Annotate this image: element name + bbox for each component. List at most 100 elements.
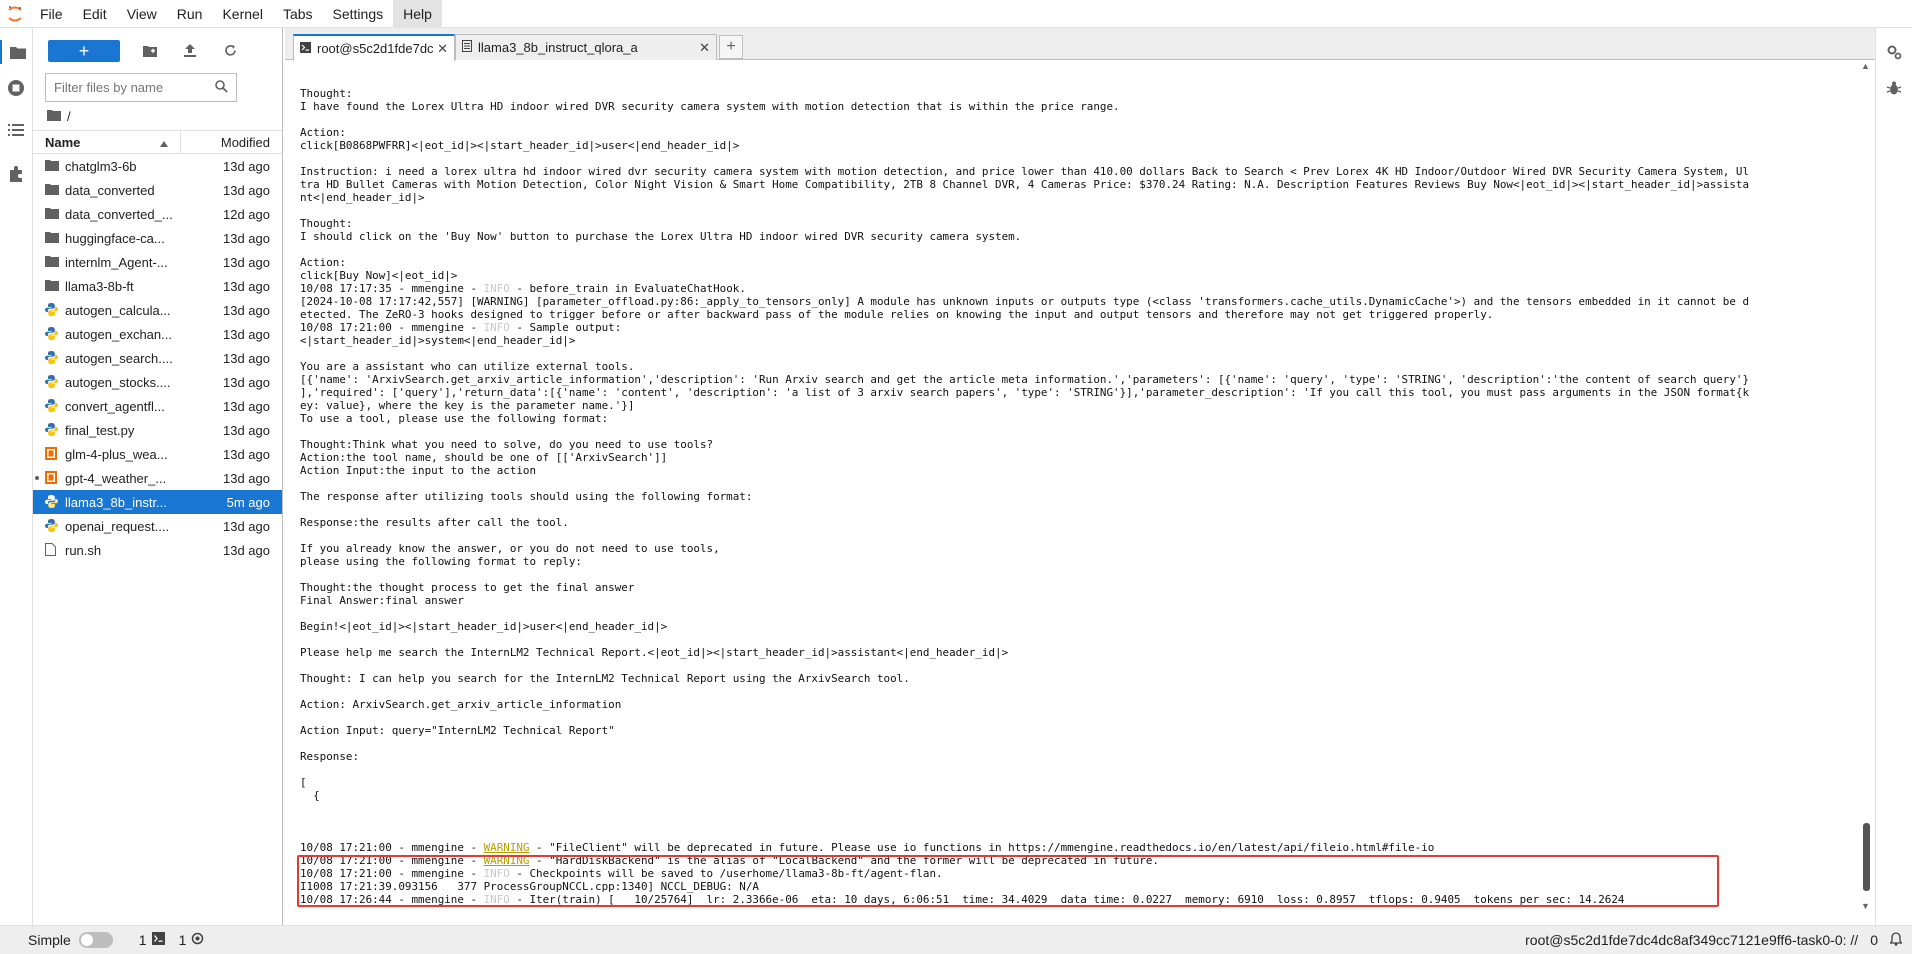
folder-icon: [45, 207, 59, 221]
terminal-line: Action:: [300, 126, 346, 139]
new-launcher-button[interactable]: +: [48, 39, 120, 62]
refresh-icon[interactable]: [210, 40, 250, 62]
file-name: huggingface-ca...: [65, 230, 165, 246]
file-name: final_test.py: [65, 422, 135, 438]
terminal-line: To use a tool, please use the following …: [300, 412, 609, 425]
extension-puzzle-icon[interactable]: [4, 162, 28, 186]
table-of-contents-icon[interactable]: [4, 118, 28, 142]
file-row[interactable]: run.sh 13d ago: [33, 538, 282, 562]
file-row[interactable]: autogen_search.... 13d ago: [33, 346, 282, 370]
file-name: glm-4-plus_wea...: [65, 446, 168, 462]
terminal-line: [{'name': 'ArxivSearch.get_arxiv_article…: [300, 373, 1750, 386]
terminal-line: <|start_header_id|>system<|end_header_id…: [300, 334, 576, 347]
file-row[interactable]: gpt-4_weather_... 13d ago: [33, 466, 282, 490]
file-row[interactable]: data_converted_... 12d ago: [33, 202, 282, 226]
close-icon[interactable]: ✕: [437, 41, 448, 57]
tab-terminal-label: root@s5c2d1fde7dc4dc8a: [317, 41, 434, 56]
column-name-label: Name: [45, 134, 81, 150]
folder-icon[interactable]: [0, 40, 33, 64]
file-modified: 13d ago: [223, 254, 270, 270]
terminal-line: If you already know the answer, or you d…: [300, 542, 720, 555]
highlight-box: [297, 855, 1719, 907]
file-row[interactable]: internlm_Agent-... 13d ago: [33, 250, 282, 274]
terminal-scrollbar[interactable]: ▲ ▼: [1861, 61, 1871, 911]
bell-icon[interactable]: [1889, 931, 1903, 949]
terminal-line: please using the following format to rep…: [300, 555, 582, 568]
new-folder-icon[interactable]: [130, 40, 170, 62]
menu-file[interactable]: File: [30, 0, 73, 28]
terminal-line: tra HD Bullet Cameras with Motion Detect…: [300, 178, 1750, 191]
file-filter-input[interactable]: [54, 80, 215, 95]
breadcrumb: /: [33, 102, 282, 130]
simple-mode-toggle[interactable]: [78, 932, 113, 948]
menu-view[interactable]: View: [117, 0, 167, 28]
add-tab-button[interactable]: +: [719, 35, 743, 59]
file-name: gpt-4_weather_...: [65, 470, 167, 486]
menu-tabs[interactable]: Tabs: [273, 0, 323, 28]
breadcrumb-root[interactable]: /: [67, 109, 71, 124]
terminal-line: Action:: [300, 256, 346, 269]
menu-help[interactable]: Help: [393, 0, 442, 28]
file-row[interactable]: final_test.py 13d ago: [33, 418, 282, 442]
file-row[interactable]: convert_agentfl... 13d ago: [33, 394, 282, 418]
tab-terminal[interactable]: root@s5c2d1fde7dc4dc8a ✕: [293, 34, 455, 61]
notifications-count[interactable]: 0: [1870, 932, 1878, 948]
file-filter-box[interactable]: [45, 73, 237, 102]
upload-icon[interactable]: [170, 40, 210, 62]
close-icon[interactable]: ✕: [699, 40, 710, 56]
python-file-icon: [45, 303, 59, 317]
menu-run[interactable]: Run: [167, 0, 213, 28]
terminal-line: [: [300, 776, 307, 789]
file-row[interactable]: llama3-8b-ft 13d ago: [33, 274, 282, 298]
search-icon: [215, 79, 228, 96]
python-file-icon: [45, 423, 59, 437]
scroll-down-arrow-icon[interactable]: ▼: [1861, 901, 1870, 911]
home-folder-icon[interactable]: [47, 109, 61, 124]
file-modified: 13d ago: [223, 278, 270, 294]
menu-kernel[interactable]: Kernel: [212, 0, 272, 28]
file-name: autogen_search....: [65, 350, 173, 366]
status-bar: Simple 1 1 root@s5c2d1fde7dc4dc8af349cc7…: [0, 925, 1912, 954]
file-name: autogen_calcula...: [65, 302, 171, 318]
terminal-panel[interactable]: Thought: I have found the Lorex Ultra HD …: [285, 61, 1875, 925]
file-row[interactable]: autogen_stocks.... 13d ago: [33, 370, 282, 394]
file-row[interactable]: autogen_calcula... 13d ago: [33, 298, 282, 322]
running-indicator-dot: [35, 476, 39, 480]
python-file-icon: [45, 519, 59, 533]
file-row[interactable]: glm-4-plus_wea... 13d ago: [33, 442, 282, 466]
terminal-line: 10/08 17:17:35 - mmengine - INFO - befor…: [300, 282, 746, 295]
file-row[interactable]: chatglm3-6b 13d ago: [33, 154, 282, 178]
terminal-line: click[Buy Now]<|eot_id|>: [300, 269, 458, 282]
scrollbar-thumb[interactable]: [1863, 823, 1870, 891]
column-name-header[interactable]: Name: [33, 131, 181, 153]
kernels-count[interactable]: 1: [179, 932, 205, 948]
folder-icon: [45, 279, 59, 293]
terminal-output[interactable]: Thought: I have found the Lorex Ultra HD …: [300, 87, 1855, 906]
debugger-bug-icon[interactable]: [1886, 80, 1902, 99]
running-icon[interactable]: [4, 76, 28, 100]
file-list-header: Name Modified: [33, 130, 282, 154]
file-row[interactable]: llama3_8b_instr... 5m ago: [33, 490, 282, 514]
file-modified: 13d ago: [223, 542, 270, 558]
terminal-line: click[B0868PWFRR]<|eot_id|><|start_heade…: [300, 139, 740, 152]
property-inspector-gear-icon[interactable]: [1886, 44, 1902, 63]
column-modified-header[interactable]: Modified: [181, 135, 282, 150]
terminal-line: Action Input: query="InternLM2 Technical…: [300, 724, 615, 737]
menu-edit[interactable]: Edit: [73, 0, 117, 28]
terminal-line: I should click on the 'Buy Now' button t…: [300, 230, 1022, 243]
kernels-count-label: 1: [178, 932, 187, 948]
terminal-line: Thought:: [300, 217, 353, 230]
file-row[interactable]: openai_request.... 13d ago: [33, 514, 282, 538]
file-row[interactable]: data_converted 13d ago: [33, 178, 282, 202]
scroll-up-arrow-icon[interactable]: ▲: [1861, 61, 1870, 71]
file-row[interactable]: huggingface-ca... 13d ago: [33, 226, 282, 250]
terminals-count[interactable]: 1: [139, 932, 165, 948]
python-file-icon: [45, 495, 59, 509]
menu-settings[interactable]: Settings: [323, 0, 394, 28]
tab-log-file[interactable]: llama3_8b_instruct_qlora_a ✕: [455, 34, 717, 60]
file-row[interactable]: autogen_exchan... 13d ago: [33, 322, 282, 346]
